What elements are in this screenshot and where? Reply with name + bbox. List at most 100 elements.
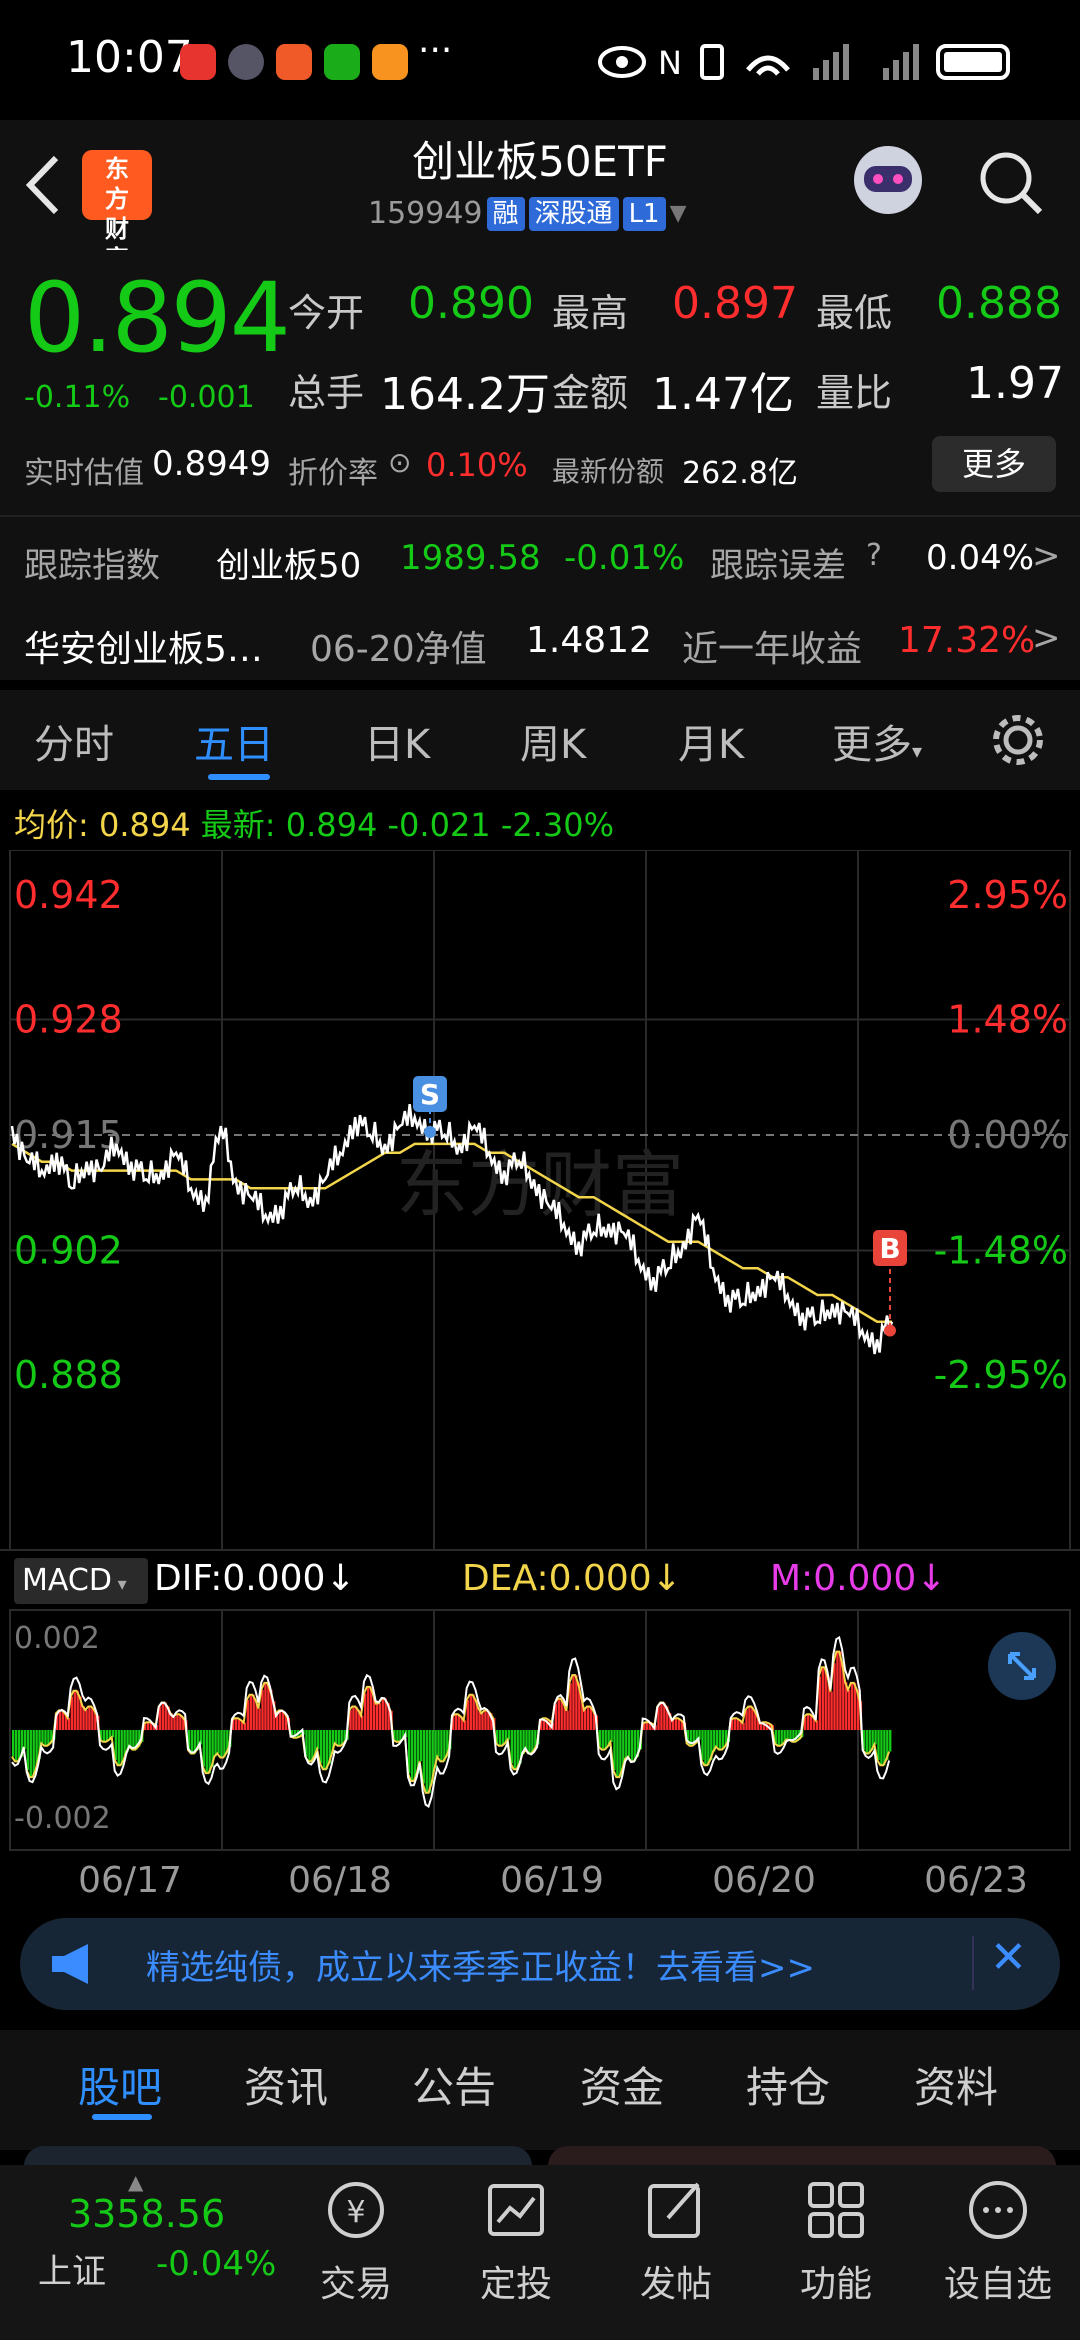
tab-five-day[interactable]: 五日 (194, 712, 274, 770)
more-button[interactable]: 更多 (932, 436, 1056, 492)
macd-bar (320, 1730, 323, 1764)
macd-bar (58, 1710, 62, 1730)
tab-weekly-k[interactable]: 周K (520, 712, 586, 770)
macd-bar (334, 1730, 338, 1744)
nav-trade[interactable]: 交易 (276, 2255, 436, 2307)
y-right-label: 2.95% (947, 873, 1068, 917)
macd-bar (674, 1718, 678, 1730)
macd-bar (528, 1730, 531, 1754)
year-return-label: 近一年收益 (682, 629, 863, 670)
macd-selector[interactable]: MACD ▾ (14, 1558, 148, 1604)
robot-assistant-icon[interactable] (846, 140, 930, 224)
subtab-forum[interactable]: 股吧 (78, 2054, 162, 2115)
post-icon[interactable] (644, 2178, 708, 2242)
y-left-label: 0.942 (14, 873, 123, 917)
tab-daily-k[interactable]: 日K (364, 712, 430, 770)
nav-add-watchlist[interactable]: 设自选 (918, 2255, 1078, 2307)
nav-label: 06-20净值 (310, 629, 487, 670)
nav-functions[interactable]: 功能 (756, 2255, 916, 2307)
macd-bar (378, 1703, 382, 1730)
add-watchlist-icon[interactable] (966, 2178, 1030, 2242)
functions-icon[interactable] (804, 2178, 868, 2242)
price-chart[interactable]: 东方财富 0.9420.9280.9150.9020.8882.95%1.48%… (0, 850, 1080, 1910)
tab-more[interactable]: 更多▾ (832, 712, 922, 770)
macd-bar (173, 1716, 176, 1730)
low-label: 最低 (816, 291, 893, 335)
macd-bar (745, 1709, 748, 1730)
macd-bar (381, 1698, 384, 1730)
low-value: 0.888 (936, 278, 1062, 329)
banner-divider (972, 1936, 974, 1990)
macd-bar (217, 1730, 220, 1754)
stock-code-line[interactable]: 159949 融 深股通 L1 ▼ (368, 196, 687, 231)
macd-bar (73, 1690, 76, 1730)
macd-bar (469, 1694, 472, 1730)
help-icon[interactable]: ? (866, 538, 882, 573)
avatar-app-icon (228, 44, 264, 80)
macd-bar (833, 1663, 836, 1730)
dif-value: DIF:0.000↓ (154, 1558, 356, 1599)
macd-bar (214, 1730, 217, 1757)
chevron-right-icon[interactable]: > (1032, 618, 1061, 658)
macd-bar (322, 1730, 326, 1770)
shares-label: 最新份额 (552, 455, 665, 488)
macd-bar (234, 1718, 238, 1730)
macd-bar (616, 1730, 619, 1778)
dropdown-icon: ▼ (669, 201, 687, 226)
m-value: M:0.000↓ (770, 1558, 947, 1599)
subtab-holdings[interactable]: 持仓 (746, 2054, 830, 2115)
macd-bar (716, 1730, 719, 1747)
expand-button[interactable] (988, 1632, 1056, 1700)
volume-value: 164.2万 (380, 369, 550, 420)
date-label: 06/19 (500, 1860, 604, 1901)
volume-label: 总手 (288, 371, 365, 415)
fund-name[interactable]: 华安创业板5… (24, 620, 263, 672)
subtab-funds[interactable]: 资金 (580, 2054, 664, 2115)
macd-bar (557, 1698, 560, 1730)
nav-invest-plan[interactable]: 定投 (436, 2255, 596, 2307)
macd-bar (41, 1730, 44, 1744)
trade-icon[interactable]: ¥ (324, 2178, 388, 2242)
error-label: 跟踪误差 (710, 546, 846, 586)
macd-bar (601, 1730, 604, 1750)
nav-post[interactable]: 发帖 (596, 2255, 756, 2307)
subtab-news[interactable]: 资讯 (244, 2054, 328, 2115)
close-icon[interactable]: ✕ (990, 1932, 1027, 1983)
chevron-right-icon[interactable]: > (1032, 536, 1061, 576)
invest-plan-icon[interactable] (484, 2178, 548, 2242)
promo-banner[interactable]: 精选纯债，成立以来季季正收益！去看看>> ✕ (20, 1918, 1060, 2010)
open-label: 今开 (288, 291, 365, 335)
macd-bar (85, 1709, 88, 1730)
date-label: 06/17 (78, 1860, 182, 1901)
macd-bar (484, 1710, 487, 1730)
subtab-announcement[interactable]: 公告 (412, 2054, 496, 2115)
macd-bar (117, 1730, 120, 1766)
y-right-label: -1.48% (934, 1229, 1068, 1273)
info-icon[interactable]: ⊙ (388, 446, 411, 479)
change-percent: -0.11% (24, 380, 131, 415)
index-name: 上证 (38, 2252, 106, 2292)
track-name[interactable]: 创业板50 (216, 538, 361, 587)
macd-bar (44, 1730, 47, 1746)
nav-value: 1.4812 (526, 620, 652, 661)
index-value[interactable]: 3358.56 (68, 2192, 225, 2236)
price-line (10, 1104, 894, 1355)
macd-bar (70, 1696, 74, 1730)
search-icon[interactable] (976, 148, 1046, 218)
card-preview-right (548, 2146, 1056, 2166)
gear-icon[interactable] (990, 712, 1046, 768)
macd-bar (848, 1689, 851, 1730)
macd-bar (29, 1730, 32, 1778)
ratio-label: 量比 (816, 371, 893, 415)
tab-monthly-k[interactable]: 月K (678, 712, 744, 770)
subtab-profile[interactable]: 资料 (914, 2054, 998, 2115)
tab-intraday[interactable]: 分时 (34, 712, 114, 770)
date-label: 06/18 (288, 1860, 392, 1901)
amount-label: 金额 (552, 371, 629, 415)
macd-bottom-label: -0.002 (14, 1801, 111, 1836)
macd-bar (572, 1675, 575, 1730)
more-notifications-icon: ··· (418, 30, 453, 71)
iopv-label: 实时估值 (24, 456, 144, 491)
macd-bar (584, 1709, 587, 1730)
y-right-label: 0.00% (947, 1113, 1068, 1157)
